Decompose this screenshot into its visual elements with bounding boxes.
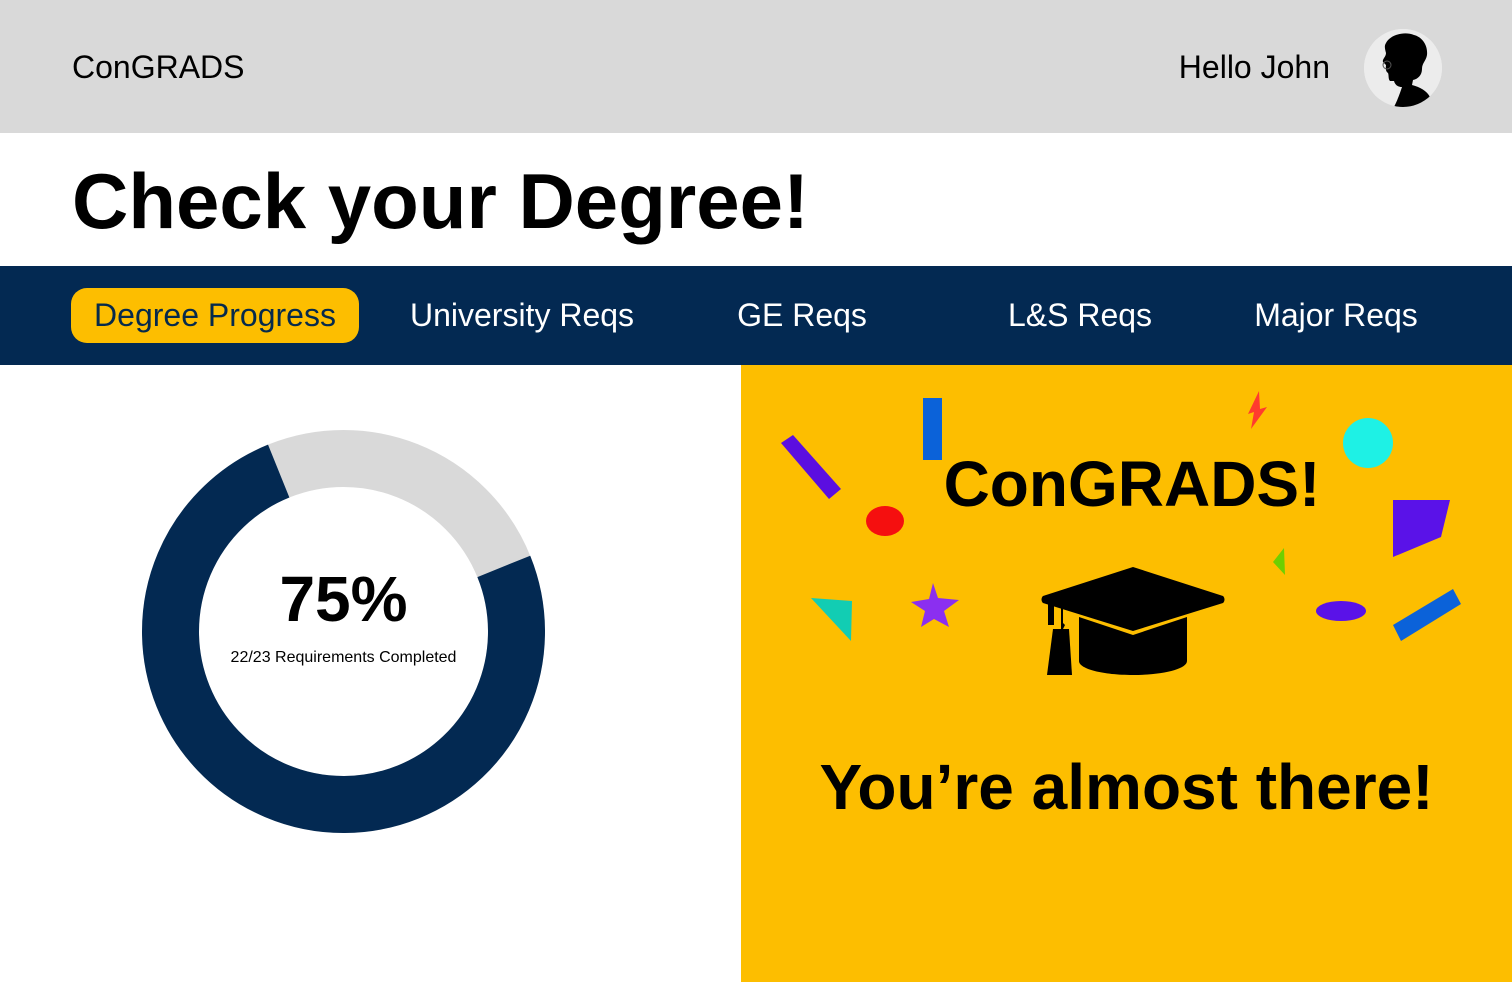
confetti-piece [1393,589,1461,641]
graduation-cap-icon [1041,567,1225,675]
tab-degree-progress[interactable]: Degree Progress [71,288,359,343]
page-title: Check your Degree! [72,157,809,245]
progress-percent: 75% [279,563,408,635]
user-avatar-silhouette-icon [1364,29,1442,107]
tab-ls-reqs[interactable]: L&S Reqs [992,288,1168,343]
tab-ge-reqs[interactable]: GE Reqs [712,288,892,343]
top-bar: ConGRADS Hello John [0,0,1512,133]
tab-university-reqs[interactable]: University Reqs [390,288,654,343]
progress-donut-chart: 75% 22/23 Requirements Completed [141,429,546,834]
user-avatar[interactable] [1364,29,1442,107]
congrats-heading: ConGRADS! [943,448,1321,520]
almost-there-message: You’re almost there! [819,751,1434,823]
confetti-piece [911,583,959,627]
tab-bar: Degree Progress University Reqs GE Reqs … [0,266,1512,365]
brand-name[interactable]: ConGRADS [72,45,245,89]
tab-major-reqs[interactable]: Major Reqs [1236,288,1436,343]
user-greeting: Hello John [1178,49,1330,85]
confetti-piece [1316,601,1366,621]
requirements-completed-text: 22/23 Requirements Completed [230,649,457,666]
celebration-panel: ConGRADS! You’re almost there! [741,365,1512,982]
confetti-piece [811,598,852,641]
confetti-piece [1273,548,1285,575]
confetti-piece [1248,391,1267,429]
